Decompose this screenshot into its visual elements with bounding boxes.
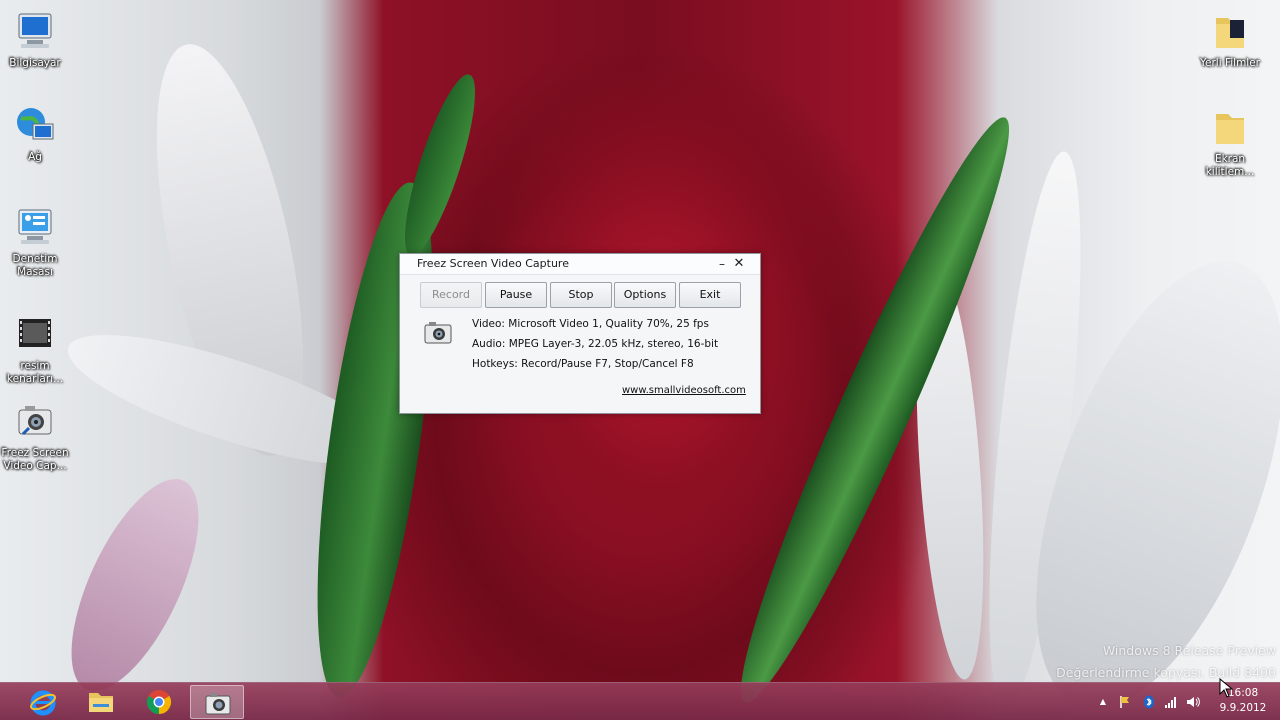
folder-icon <box>1208 106 1252 150</box>
dialog-titlebar[interactable]: Freez Screen Video Capture – ✕ <box>400 254 760 275</box>
taskbar-chrome[interactable] <box>132 685 186 719</box>
windows-watermark-line2: Değerlendirme kopyası. Build 8400 <box>1056 665 1276 680</box>
camera-app-icon <box>204 689 232 717</box>
bluetooth-icon[interactable] <box>1142 695 1156 709</box>
internet-explorer-icon <box>29 688 57 716</box>
desktop-icon-freez-screen[interactable]: Freez Screen Video Cap... <box>0 400 70 473</box>
camera-icon <box>424 320 452 344</box>
desktop-icon-network[interactable]: Ağ <box>0 104 70 164</box>
folder-icon <box>1208 10 1252 54</box>
desktop-icon-label: Denetim Masası <box>12 253 58 278</box>
minimize-button[interactable]: – <box>713 255 731 273</box>
freez-screen-dialog: Freez Screen Video Capture – ✕ Record Pa… <box>399 253 761 414</box>
folder-icon <box>87 688 115 716</box>
green-leaf <box>712 103 1038 717</box>
taskbar-file-explorer[interactable] <box>74 685 128 719</box>
control-panel-icon <box>13 206 57 250</box>
desktop-icon-label: Freez Screen Video Cap... <box>1 447 69 472</box>
audio-info-text: Audio: MPEG Layer-3, 22.05 kHz, stereo, … <box>472 338 719 350</box>
windows-watermark-line1: Windows 8 Release Preview <box>1102 643 1276 658</box>
website-link[interactable]: www.smallvideosoft.com <box>622 385 746 396</box>
video-file-icon <box>13 313 57 357</box>
network-signal-icon[interactable] <box>1164 695 1178 709</box>
hotkeys-info-text: Hotkeys: Record/Pause F7, Stop/Cancel F8 <box>472 358 694 370</box>
record-button[interactable]: Record <box>420 282 482 308</box>
desktop-icon-label: Ağ <box>28 151 42 163</box>
desktop-icon-yerli-filmler[interactable]: Yerli Filmler <box>1195 10 1265 70</box>
network-globe-icon <box>13 104 57 148</box>
options-button[interactable]: Options <box>614 282 676 308</box>
desktop-icon-label: Bilgisayar <box>9 57 61 69</box>
dialog-toolbar: Record Pause Stop Options Exit <box>420 282 742 310</box>
pink-petal <box>45 461 225 709</box>
pause-button[interactable]: Pause <box>485 282 547 308</box>
show-hidden-icons-arrow[interactable]: ▲ <box>1096 695 1110 709</box>
camera-app-icon <box>13 400 57 444</box>
desktop-icon-label: Yerli Filmler <box>1199 57 1260 69</box>
exit-button[interactable]: Exit <box>679 282 741 308</box>
close-button[interactable]: ✕ <box>730 255 748 273</box>
desktop-icon-label: Ekran kilitlem... <box>1205 153 1255 178</box>
video-info-text: Video: Microsoft Video 1, Quality 70%, 2… <box>472 318 709 330</box>
stop-button[interactable]: Stop <box>550 282 612 308</box>
action-center-flag-icon[interactable] <box>1118 695 1132 709</box>
volume-icon[interactable] <box>1186 695 1200 709</box>
dialog-title: Freez Screen Video Capture <box>417 257 569 270</box>
clock-date: 9.9.2012 <box>1219 702 1267 714</box>
desktop-icon-video-file[interactable]: resim kenarları... <box>0 313 70 386</box>
desktop-icon-ekran-kilitleme[interactable]: Ekran kilitlem... <box>1195 106 1265 179</box>
desktop-icon-control-panel[interactable]: Denetim Masası <box>0 206 70 279</box>
desktop-icon-label: resim kenarları... <box>6 360 64 385</box>
desktop-icon-computer[interactable]: Bilgisayar <box>0 10 70 70</box>
computer-icon <box>13 10 57 54</box>
chrome-icon <box>145 688 173 716</box>
taskbar-internet-explorer[interactable] <box>16 685 70 719</box>
taskbar-freez-screen[interactable] <box>190 685 244 719</box>
mouse-cursor-icon <box>1219 677 1234 698</box>
taskbar: ▲ 16:08 9.9.2012 <box>0 682 1280 720</box>
green-leaf <box>391 68 489 262</box>
